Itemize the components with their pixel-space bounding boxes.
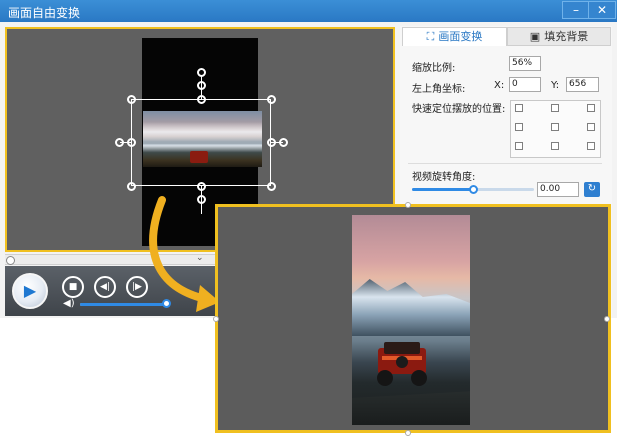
zoom-handle-right (604, 316, 610, 322)
zoom-handle-left (213, 316, 219, 322)
zoom-handle-top (405, 202, 411, 208)
zoom-handle-bottom (405, 430, 411, 436)
zoomed-vehicle (377, 342, 427, 386)
